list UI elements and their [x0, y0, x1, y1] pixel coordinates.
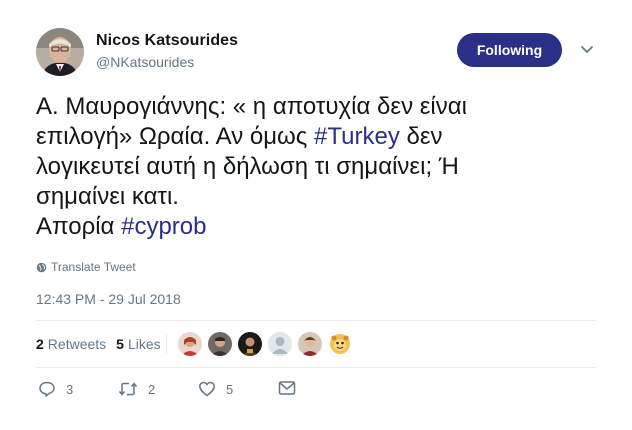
liker-avatar[interactable] [268, 332, 292, 356]
retweet-icon [118, 382, 138, 396]
author-avatar[interactable] [36, 28, 84, 76]
chevron-down-icon[interactable] [580, 45, 594, 55]
following-button[interactable]: Following [457, 33, 562, 67]
retweet-button[interactable]: 2 [118, 380, 155, 398]
tweet-text-segment: Απορία [36, 213, 122, 240]
likes-stat[interactable]: 5 Likes [116, 336, 160, 352]
translate-label: Translate Tweet [51, 260, 136, 274]
tweet-line: Απορία #cyprob [36, 212, 596, 242]
liker-avatar[interactable] [328, 332, 352, 356]
hashtag-link-turkey[interactable]: #Turkey [314, 123, 400, 150]
author-handle[interactable]: @NKatsourides [96, 54, 194, 70]
message-icon [278, 381, 296, 395]
tweet-text: Α. Μαυρογιάννης: « η αποτυχία δεν είναι … [36, 92, 596, 242]
liker-avatars [178, 332, 358, 356]
stats-separator [166, 334, 167, 354]
tweet-actions: 3 2 5 [36, 380, 596, 402]
tweet-text-segment: δεν [399, 123, 443, 150]
retweets-label: Retweets [47, 336, 107, 352]
liker-avatar[interactable] [298, 332, 322, 356]
direct-message-button[interactable] [278, 380, 306, 396]
like-count: 5 [226, 381, 234, 397]
retweets-stat[interactable]: 2 Retweets [36, 336, 106, 352]
like-button[interactable]: 5 [198, 380, 233, 398]
likes-label: Likes [127, 336, 161, 352]
liker-avatar[interactable] [208, 332, 232, 356]
divider [36, 320, 596, 321]
tweet-line: Α. Μαυρογιάννης: « η αποτυχία δεν είναι [36, 93, 467, 120]
tweet-line: λογικευτεί αυτή η δήλωση τι σημαίνει; Ή [36, 153, 459, 180]
liker-avatar[interactable] [238, 332, 262, 356]
liker-avatar[interactable] [178, 332, 202, 356]
reply-button[interactable]: 3 [38, 380, 73, 398]
globe-icon [36, 262, 47, 272]
hashtag-link-cyprob[interactable]: #cyprob [121, 213, 206, 240]
translate-tweet-link[interactable]: Translate Tweet [36, 260, 136, 274]
tweet-card: Nicos Katsourides @NKatsourides Followin… [0, 0, 632, 430]
engagement-stats: 2 Retweets 5 Likes [36, 336, 171, 352]
divider [36, 367, 596, 368]
reply-count: 3 [66, 381, 74, 397]
tweet-line: επιλογή» Ωραία. Αν όμως #Turkey δεν [36, 122, 596, 152]
likes-count: 5 [116, 336, 124, 352]
reply-icon [39, 381, 55, 397]
retweet-count: 2 [148, 381, 156, 397]
tweet-text-segment: επιλογή» Ωραία. Αν όμως [36, 123, 315, 150]
heart-icon [199, 381, 215, 397]
tweet-timestamp[interactable]: 12:43 PM - 29 Jul 2018 [36, 291, 181, 307]
retweets-count: 2 [36, 336, 44, 352]
author-name[interactable]: Nicos Katsourides [96, 32, 238, 50]
tweet-line: σημαίνει κατι. [36, 183, 179, 210]
